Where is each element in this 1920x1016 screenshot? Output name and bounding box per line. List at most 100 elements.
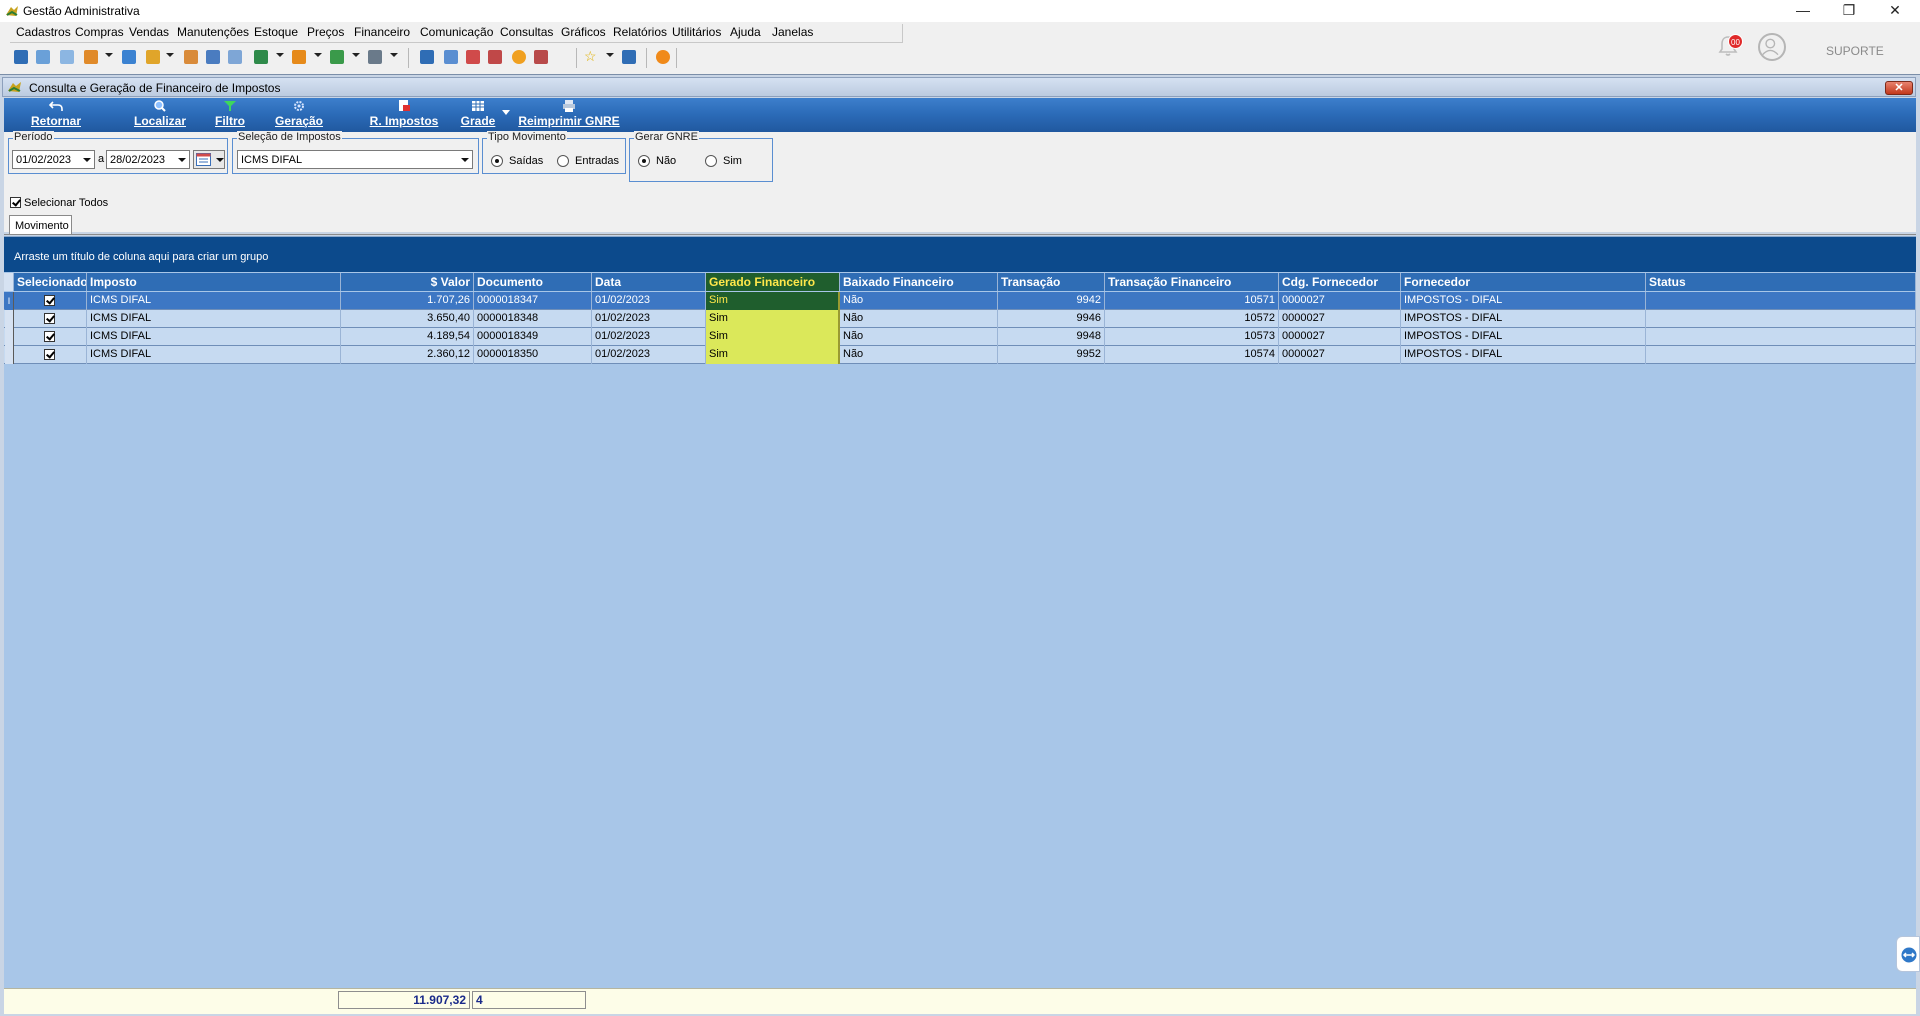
cell-gerado-financeiro[interactable]: Sim (706, 328, 840, 346)
printer-icon[interactable] (368, 50, 382, 64)
header-cdg-fornecedor[interactable]: Cdg. Fornecedor (1279, 273, 1401, 291)
menu-manutencoes[interactable]: Manutenções (175, 25, 251, 39)
table-row[interactable]: ICMS DIFAL 4.189,54 0000018349 01/02/202… (4, 328, 1916, 346)
power-icon[interactable] (656, 50, 670, 64)
user-name[interactable]: SUPORTE (1826, 44, 1884, 58)
header-transacao[interactable]: Transação (998, 273, 1105, 291)
header-status[interactable]: Status (1646, 273, 1916, 291)
box-icon[interactable] (292, 50, 306, 64)
grade-button[interactable]: Grade (458, 98, 498, 132)
chevron-down-icon[interactable] (178, 158, 186, 162)
cart-icon[interactable] (254, 50, 268, 64)
header-imposto[interactable]: Imposto (87, 273, 341, 291)
clock-icon[interactable] (512, 50, 526, 64)
bottle-icon[interactable] (122, 50, 136, 64)
header-valor[interactable]: $ Valor (341, 273, 474, 291)
menu-relatorios[interactable]: Relatórios (611, 25, 669, 39)
menu-vendas[interactable]: Vendas (127, 25, 171, 39)
chevron-down-icon[interactable] (606, 53, 614, 57)
menu-consultas[interactable]: Consultas (498, 25, 555, 39)
cell-gerado-financeiro[interactable]: Sim (706, 346, 840, 364)
grade-dropdown-caret[interactable] (502, 110, 510, 115)
menu-compras[interactable]: Compras (73, 25, 126, 39)
minimize-button[interactable]: — (1780, 0, 1826, 22)
chevron-down-icon[interactable] (166, 53, 174, 57)
column-chooser-icon[interactable] (4, 273, 14, 291)
chevron-down-icon[interactable] (276, 53, 284, 57)
filtro-button[interactable]: Filtro (210, 98, 250, 132)
cell-selecionado[interactable] (14, 346, 87, 364)
money-icon[interactable] (330, 50, 344, 64)
table-row[interactable]: ICMS DIFAL 3.650,40 0000018348 01/02/202… (4, 310, 1916, 328)
chevron-down-icon[interactable] (390, 53, 398, 57)
table-row[interactable]: I ICMS DIFAL 1.707,26 0000018347 01/02/2… (4, 292, 1916, 310)
calendar-icon[interactable] (466, 50, 480, 64)
periodo-from-date[interactable]: 01/02/2023 (12, 150, 95, 169)
chevron-down-icon[interactable] (461, 158, 469, 162)
calendar-check-icon[interactable] (488, 50, 502, 64)
menu-ajuda[interactable]: Ajuda (728, 25, 763, 39)
chevron-down-icon[interactable] (314, 53, 322, 57)
table-icon[interactable] (420, 50, 434, 64)
periodo-to-date[interactable]: 28/02/2023 (106, 150, 190, 169)
group-by-panel[interactable]: Arraste um título de coluna aqui para cr… (4, 236, 1916, 272)
chevron-down-icon[interactable] (352, 53, 360, 57)
reimprimir-gnre-button[interactable]: Reimprimir GNRE (514, 98, 624, 132)
user-avatar-icon[interactable] (1758, 33, 1786, 61)
table-row[interactable]: ICMS DIFAL 2.360,12 0000018350 01/02/202… (4, 346, 1916, 364)
report-icon[interactable] (534, 50, 548, 64)
geracao-button[interactable]: Geração (274, 98, 324, 132)
header-documento[interactable]: Documento (474, 273, 592, 291)
users-icon[interactable] (36, 50, 50, 64)
chevron-down-icon[interactable] (105, 53, 113, 57)
app-title: Gestão Administrativa (23, 4, 140, 18)
header-data[interactable]: Data (592, 273, 706, 291)
cell-selecionado[interactable] (14, 310, 87, 328)
menu-janelas[interactable]: Janelas (770, 25, 815, 39)
cell-selecionado[interactable] (14, 328, 87, 346)
r-impostos-button[interactable]: R. Impostos (366, 98, 442, 132)
hierarchy-icon[interactable] (84, 50, 98, 64)
menu-comunicacao[interactable]: Comunicação (418, 25, 495, 39)
row-checkbox[interactable] (44, 313, 55, 324)
card-icon[interactable] (60, 50, 74, 64)
remote-support-handle[interactable] (1896, 936, 1920, 972)
tab-movimento[interactable]: Movimento (9, 215, 72, 235)
info-icon[interactable] (622, 50, 636, 64)
header-selecionado[interactable]: Selecionado (14, 273, 87, 291)
folder-icon[interactable] (146, 50, 160, 64)
person-icon[interactable] (184, 50, 198, 64)
cell-gerado-financeiro[interactable]: Sim (706, 292, 840, 310)
restore-button[interactable]: ❐ (1826, 0, 1872, 22)
header-fornecedor[interactable]: Fornecedor (1401, 273, 1646, 291)
header-transacao-financeiro[interactable]: Transação Financeiro (1105, 273, 1279, 291)
star-icon[interactable]: ☆ (584, 49, 598, 63)
period-calendar-button[interactable] (193, 150, 225, 169)
menu-graficos[interactable]: Gráficos (559, 25, 608, 39)
menu-estoque[interactable]: Estoque (252, 25, 300, 39)
header-baixado-financeiro[interactable]: Baixado Financeiro (840, 273, 998, 291)
calculator-icon[interactable] (206, 50, 220, 64)
chevron-down-icon[interactable] (83, 158, 91, 162)
periodo-group: Período 01/02/2023 a 28/02/2023 (8, 131, 228, 174)
menu-precos[interactable]: Preços (305, 25, 346, 39)
cell-selecionado[interactable] (14, 292, 87, 310)
menu-financeiro[interactable]: Financeiro (352, 25, 412, 39)
row-checkbox[interactable] (44, 331, 55, 342)
cell-valor: 2.360,12 (341, 346, 474, 364)
selecao-impostos-select[interactable]: ICMS DIFAL (237, 150, 473, 169)
selecionar-todos-checkbox[interactable] (10, 197, 21, 208)
menu-utilitarios[interactable]: Utilitários (670, 25, 723, 39)
id-card-icon[interactable] (228, 50, 242, 64)
menu-cadastros[interactable]: Cadastros (14, 25, 73, 39)
header-gerado-financeiro[interactable]: Gerado Financeiro (706, 273, 840, 291)
row-checkbox[interactable] (44, 295, 55, 306)
retornar-button[interactable]: Retornar (28, 98, 84, 132)
new-doc-icon[interactable] (14, 50, 28, 64)
close-button[interactable]: ✕ (1872, 0, 1918, 22)
child-close-button[interactable]: ✕ (1885, 81, 1913, 95)
cell-gerado-financeiro[interactable]: Sim (706, 310, 840, 328)
calculator-grid-icon[interactable] (444, 50, 458, 64)
row-checkbox[interactable] (44, 349, 55, 360)
localizar-button[interactable]: Localizar (132, 98, 188, 132)
